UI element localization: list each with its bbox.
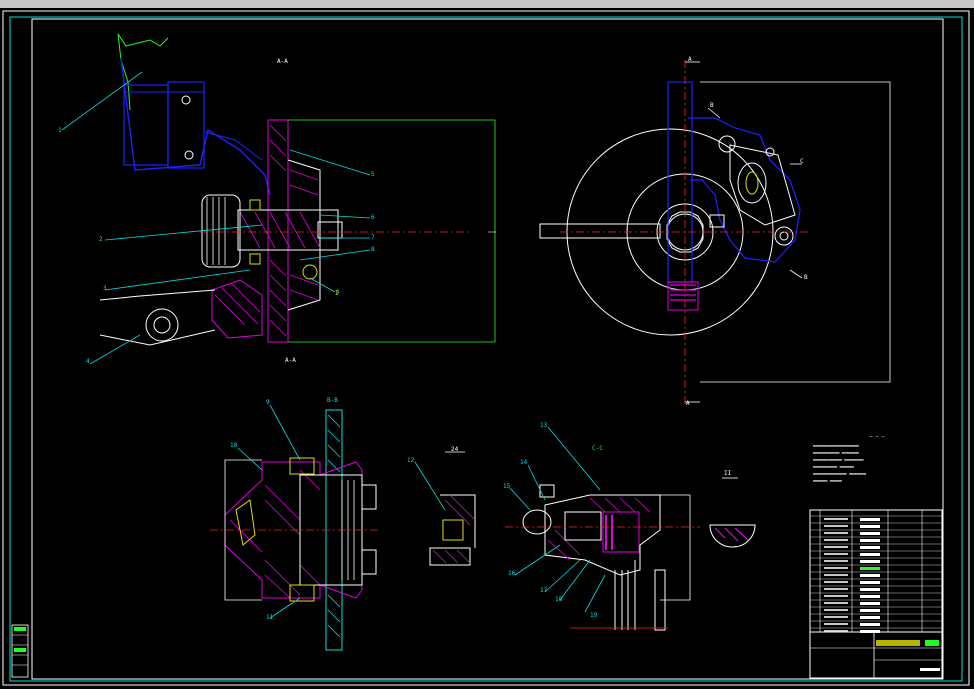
view-caption-aa: A-A xyxy=(285,357,296,364)
parts-list-cell xyxy=(824,609,848,611)
parts-list-cell xyxy=(824,560,848,562)
callout-bb-9: 9 xyxy=(266,399,270,406)
callout-2: 2 xyxy=(99,236,103,243)
dimension-24: 24 xyxy=(451,446,459,453)
callout-16: 16 xyxy=(508,570,516,577)
parts-list-cell xyxy=(824,539,848,541)
parts-list-cell xyxy=(860,553,880,556)
parts-list-cell xyxy=(824,553,848,555)
callout-18: 18 xyxy=(555,596,563,603)
callout-4: 4 xyxy=(86,358,90,365)
parts-list-cell xyxy=(824,581,848,583)
section-mark-a-top: A xyxy=(688,56,692,63)
view-top-right xyxy=(539,60,891,405)
detail-label-ii: II xyxy=(724,470,732,477)
callout-bb-10: 10 xyxy=(230,442,238,449)
callout-14: 14 xyxy=(520,459,528,466)
callout-1: 1 xyxy=(58,127,62,134)
green-outline xyxy=(117,33,169,47)
parts-list-cell xyxy=(824,574,848,576)
notes-line: ▬▬▬▬▬▬▬▬▬▬▬▬ ▬▬▬▬▬▬▬▬ xyxy=(813,457,864,462)
callout-bb-11: 11 xyxy=(266,614,274,621)
view-top-left xyxy=(61,33,496,365)
parts-list-cell xyxy=(860,588,880,591)
section-mark-c: C xyxy=(800,158,804,165)
notes-line: ▬▬▬▬▬▬ ▬▬▬▬▬ xyxy=(813,478,842,483)
drawing-inner-frame xyxy=(9,16,963,682)
notes-line: ▬▬▬▬▬▬▬▬▬▬▬▬▬▬ ▬▬▬▬▬▬▬ xyxy=(813,471,866,476)
parts-list-cell xyxy=(860,567,880,570)
parts-list-cell xyxy=(860,616,880,619)
section-mark-b-top: B xyxy=(710,102,714,109)
parts-list-cell xyxy=(824,602,848,604)
cad-drawing-window[interactable]: A-A A-A B-B C-C A A B B C 1 2 3 4 5 6 7 … xyxy=(0,0,974,689)
parts-list-cell xyxy=(860,518,880,521)
callout-17: 17 xyxy=(540,587,548,594)
cv-boot xyxy=(201,194,241,268)
parts-list-cell xyxy=(824,546,848,548)
parts-list-cell xyxy=(860,574,880,577)
view-label-aa: A-A xyxy=(277,58,288,65)
parts-list-cell xyxy=(860,609,880,612)
notes-line: ▬▬▬▬▬▬▬▬▬▬▬▬▬▬▬▬▬▬▬ xyxy=(813,443,859,448)
view-cc xyxy=(505,426,756,631)
callout-12: 12 xyxy=(407,457,415,464)
callout-6: 6 xyxy=(371,214,375,221)
parts-list-cell xyxy=(824,567,848,569)
notes-line: ▬▬▬▬▬▬▬▬▬▬ ▬▬▬▬▬▬ xyxy=(813,464,854,469)
notes-title: — — — xyxy=(869,434,885,440)
drawing-canvas[interactable] xyxy=(0,0,974,689)
parts-list-cell xyxy=(824,518,848,520)
hub-flange xyxy=(267,119,289,343)
revision-strip xyxy=(11,624,29,678)
technical-notes: — — — ▬▬▬▬▬▬▬▬▬▬▬▬▬▬▬▬▬▬▬ ▬▬▬▬▬▬▬▬▬▬▬ ▬▬… xyxy=(813,434,941,484)
detail-label-i: I xyxy=(335,290,339,297)
parts-list-cell xyxy=(824,623,848,625)
parts-list-cell xyxy=(824,595,848,597)
section-mark-b-bottom: B xyxy=(804,274,808,281)
view-detail-small xyxy=(414,451,476,566)
lower-arm xyxy=(99,289,216,346)
brake-pad xyxy=(667,281,699,311)
parts-list-cell xyxy=(860,602,880,605)
parts-list-cell xyxy=(824,588,848,590)
callout-5: 5 xyxy=(371,171,375,178)
parts-list-cell xyxy=(860,532,880,535)
notes-line: ▬▬▬▬▬▬▬▬▬▬▬ ▬▬▬▬▬▬▬ xyxy=(813,450,859,455)
section-mark-a-bottom: A xyxy=(686,400,690,407)
drawing-outer-frame xyxy=(2,10,970,686)
callout-3: 3 xyxy=(103,285,107,292)
parts-list-cell xyxy=(860,525,880,528)
parts-list-cell xyxy=(824,525,848,527)
parts-list-cell xyxy=(860,595,880,598)
parts-list-cell xyxy=(860,623,880,626)
view-label-bb: B-B xyxy=(327,397,338,404)
drawing-border xyxy=(31,18,944,680)
parts-list-cell xyxy=(860,560,880,563)
callout-13: 13 xyxy=(540,422,548,429)
callout-7: 7 xyxy=(371,234,375,241)
parts-list-cell xyxy=(860,539,880,542)
callout-15: 15 xyxy=(503,483,511,490)
view-label-cc: C-C xyxy=(592,445,603,452)
parts-list-cell xyxy=(860,546,880,549)
callout-8: 8 xyxy=(371,246,375,253)
parts-list-table xyxy=(809,509,943,679)
blue-bracket xyxy=(120,57,271,196)
parts-list-cell xyxy=(824,532,848,534)
parts-list-cell xyxy=(824,616,848,618)
callout-19: 19 xyxy=(590,612,598,619)
parts-list-cell xyxy=(860,581,880,584)
